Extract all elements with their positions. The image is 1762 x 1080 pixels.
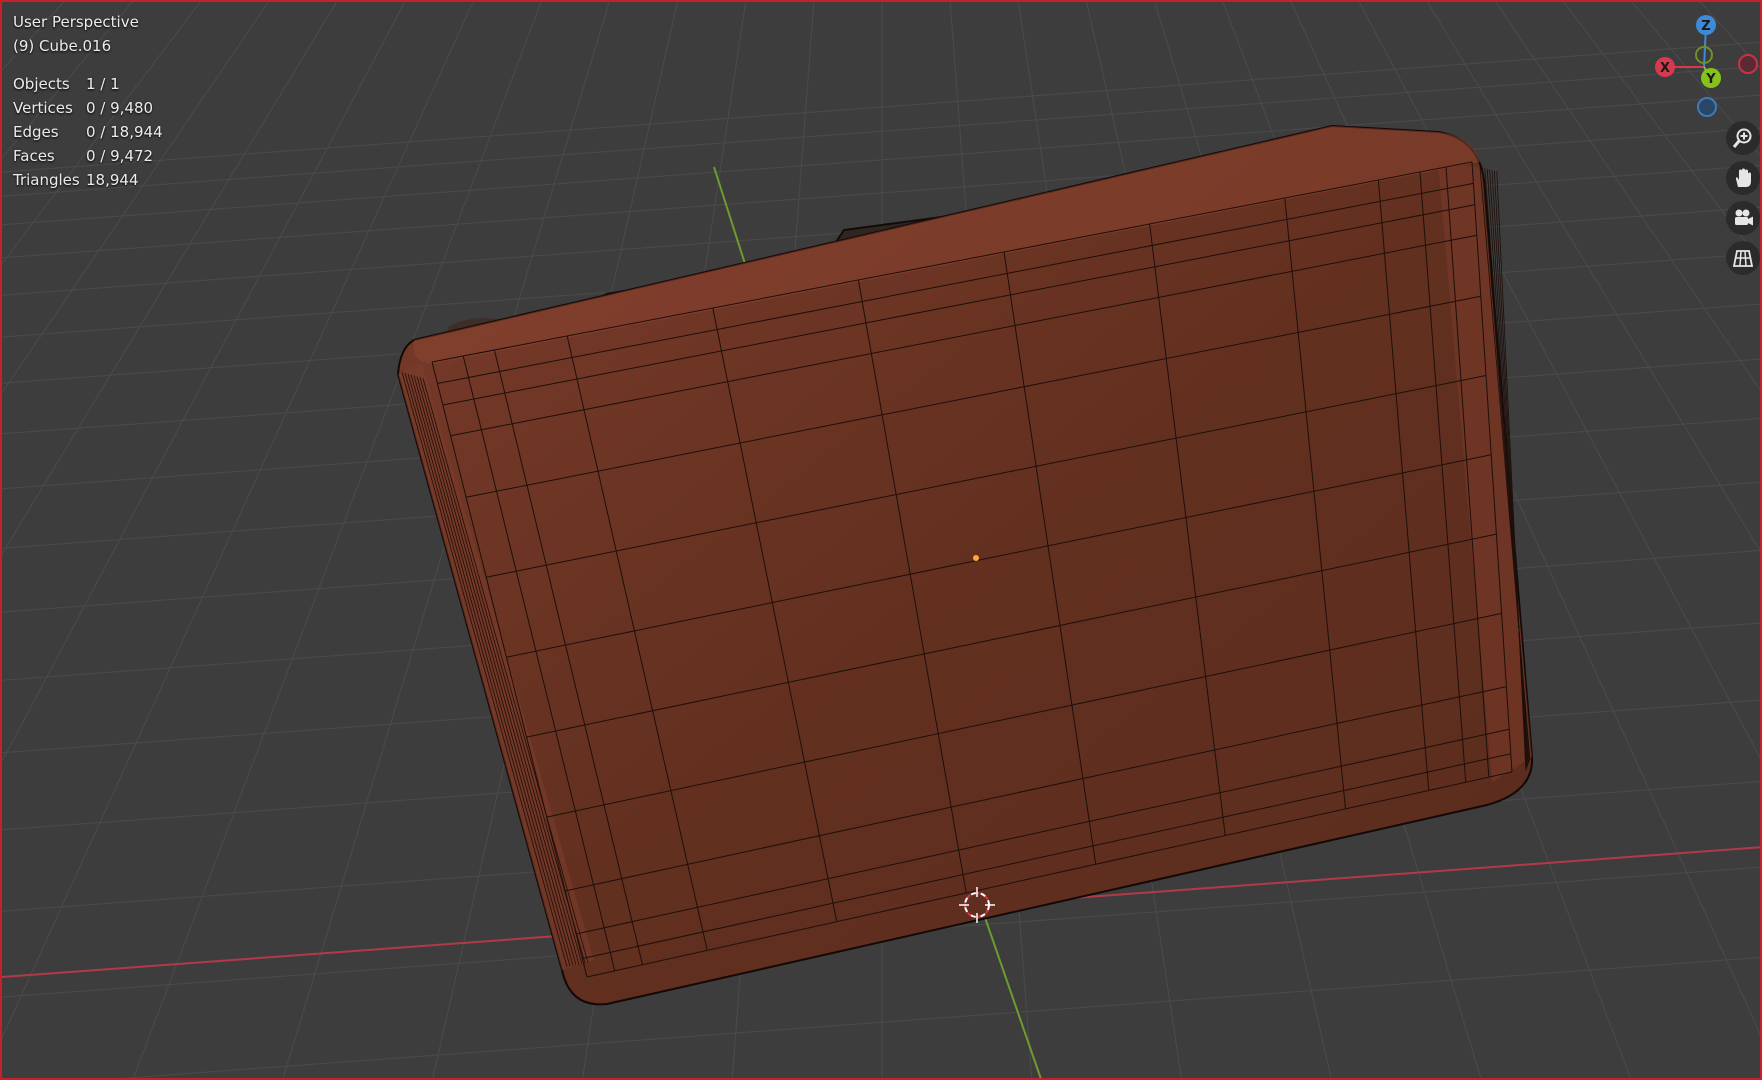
gizmo-neg-z[interactable] [1697,97,1717,117]
scene-canvas[interactable] [2,2,1762,1080]
y-axis-line-top [713,166,748,271]
svg-text:X: X [1660,61,1670,76]
object-origin [973,555,979,561]
gizmo-neg-x[interactable] [1738,54,1758,74]
3d-viewport[interactable]: User Perspective (9) Cube.016 Objects 1 /… [0,0,1762,1080]
gizmo-x-axis[interactable]: X [1655,57,1675,77]
gizmo-z-axis[interactable]: Z [1696,15,1716,35]
grid-icon [1732,250,1754,267]
svg-text:Z: Z [1701,19,1710,34]
pan-button[interactable] [1726,161,1760,195]
navigation-gizmo[interactable]: Z X Y [1642,10,1762,122]
svg-text:Y: Y [1705,72,1716,87]
hand-icon [1735,168,1751,187]
gizmo-y-axis[interactable]: Y [1701,68,1721,88]
zoom-button[interactable] [1726,121,1760,155]
perspective-toggle-button[interactable] [1726,241,1760,275]
camera-icon [1735,209,1753,226]
camera-view-button[interactable] [1726,201,1760,235]
zoom-in-icon [1732,128,1752,148]
